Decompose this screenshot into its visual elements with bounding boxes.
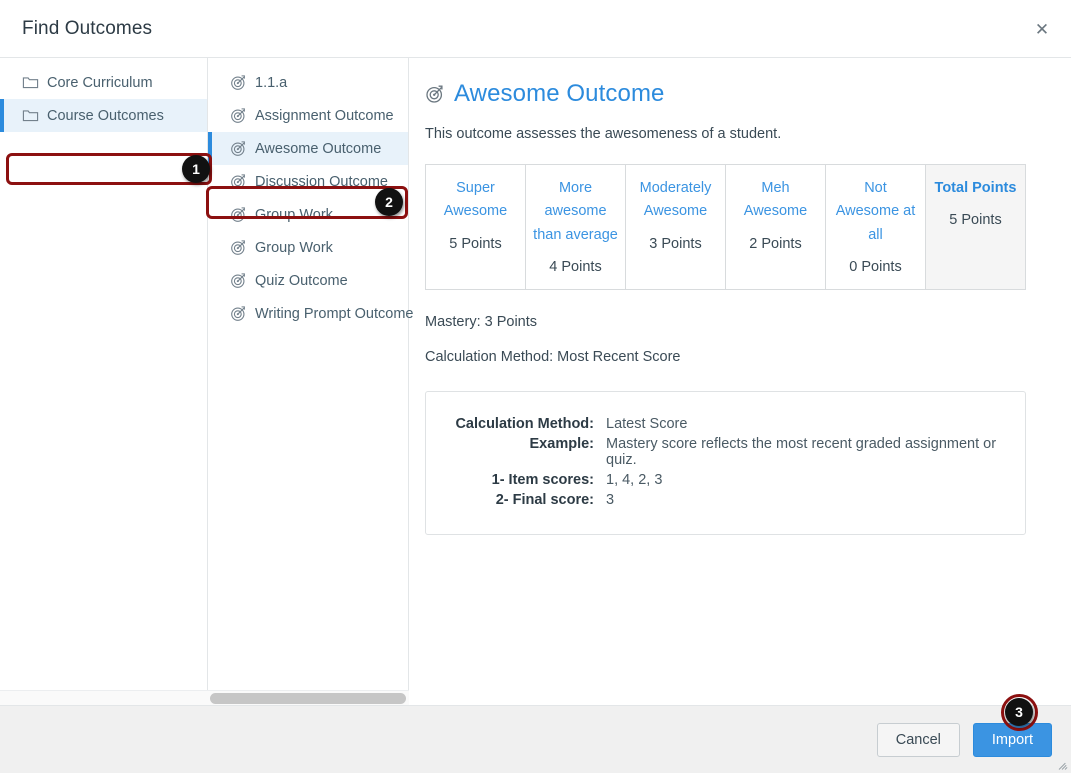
rating-description: Not Awesome at all: [835, 180, 916, 243]
example-key: 2- Final score:: [495, 492, 594, 509]
directory-item-1[interactable]: Course Outcomes: [0, 99, 207, 132]
horizontal-scrollbar[interactable]: [0, 690, 409, 705]
directory-column: Core Curriculum Course Outcomes: [0, 58, 208, 705]
close-icon[interactable]: ✕: [1029, 18, 1055, 42]
example-key: 1- Item scores:: [491, 472, 594, 489]
outcome-detail-panel: Awesome Outcome This outcome assesses th…: [409, 58, 1071, 705]
outcome-target-icon: [230, 272, 247, 289]
outcome-item-7[interactable]: Writing Prompt Outcome: [208, 297, 413, 330]
outcome-item-label: Awesome Outcome: [255, 140, 382, 157]
rating-points: 3 Points: [649, 235, 702, 252]
rating-cell: Not Awesome at all 0 Points: [825, 163, 926, 291]
example-row: Calculation Method: Latest Score: [446, 414, 1007, 434]
example-value: 1, 4, 2, 3: [606, 472, 663, 489]
import-button[interactable]: Import: [972, 722, 1052, 757]
outcome-target-icon: [230, 107, 247, 124]
directory-item-0[interactable]: Core Curriculum: [0, 66, 207, 99]
rating-description: Meh Awesome: [743, 180, 808, 220]
outcome-item-label: 1.1.a: [255, 74, 288, 91]
rating-description: Moderately Awesome: [639, 180, 712, 220]
detail-description: This outcome assesses the awesomeness of…: [425, 126, 782, 142]
outcome-item-0[interactable]: 1.1.a: [208, 66, 408, 99]
rating-description: Super Awesome: [443, 180, 508, 220]
outcome-item-label: Assignment Outcome: [255, 107, 394, 124]
outcome-target-icon: [230, 239, 247, 256]
outcome-item-6[interactable]: Quiz Outcome: [208, 264, 408, 297]
outcome-item-label: Discussion Outcome: [255, 173, 388, 190]
outcome-target-icon: [230, 305, 247, 322]
callout-badge-2: 2: [375, 188, 403, 216]
horizontal-scrollbar-thumb[interactable]: [210, 693, 406, 704]
find-outcomes-dialog: Find Outcomes ✕ Core Curriculum Course Ou…: [0, 0, 1071, 773]
dialog-titlebar: Find Outcomes ✕: [0, 0, 1071, 58]
resize-grip-icon[interactable]: [1055, 757, 1069, 771]
example-table: Calculation Method: Latest Score Example: M…: [446, 414, 1007, 510]
outcome-target-icon: [230, 206, 247, 223]
calculation-example-box: Calculation Method: Latest Score Example: M…: [425, 391, 1026, 536]
example-row: Example: Mastery score reflects the most …: [446, 434, 1007, 470]
outcome-target-icon: [425, 84, 445, 104]
page-title: Find Outcomes: [22, 18, 153, 39]
rating-points: 0 Points: [849, 259, 902, 276]
outcome-item-2[interactable]: Awesome Outcome: [208, 132, 408, 165]
cancel-button[interactable]: Cancel: [876, 722, 960, 757]
rating-points: 5 Points: [449, 235, 502, 252]
example-key: Calculation Method:: [455, 416, 594, 433]
rating-points: 4 Points: [549, 259, 602, 276]
example-value: Latest Score: [606, 416, 688, 433]
dialog-footer: Cancel Import: [0, 705, 1071, 773]
outcome-item-label: Group Work: [255, 206, 333, 223]
rating-description: Total Points: [934, 180, 1017, 196]
directory-item-label: Core Curriculum: [47, 74, 153, 91]
example-value: 3: [606, 492, 615, 509]
rating-points: 5 Points: [949, 212, 1002, 229]
outcome-target-icon: [230, 74, 247, 91]
ratings-row: Super Awesome 5 Points More awesome than a…: [425, 163, 1026, 291]
rating-cell: Moderately Awesome 3 Points: [625, 163, 726, 291]
outcome-target-icon: [230, 140, 247, 157]
directory-list: Core Curriculum Course Outcomes: [0, 66, 207, 132]
example-row: 2- Final score: 3: [446, 490, 1007, 510]
folder-icon: [22, 107, 39, 124]
folder-icon: [22, 74, 39, 91]
rating-points: 2 Points: [749, 235, 802, 252]
outcome-item-1[interactable]: Assignment Outcome: [208, 99, 408, 132]
calculation-method-text: Calculation Method: Most Recent Score: [425, 349, 681, 366]
rating-cell: More awesome than average 4 Points: [525, 163, 626, 291]
rating-total-cell: Total Points 5 Points: [925, 163, 1026, 291]
outcome-item-5[interactable]: Group Work: [208, 231, 408, 264]
directory-item-label: Course Outcomes: [47, 107, 164, 124]
outcome-target-icon: [230, 173, 247, 190]
outcome-item-label: Writing Prompt Outcome: [255, 305, 414, 322]
callout-badge-1: 1: [182, 155, 210, 183]
ratings-table: Super Awesome 5 Points More awesome than a…: [425, 163, 1026, 291]
dialog-body: Core Curriculum Course Outcomes 1.1.a Assi…: [0, 58, 1071, 705]
outcome-column: 1.1.a Assignment Outcome Awesome Outcome Di…: [208, 58, 413, 705]
mastery-text: Mastery: 3 Points: [425, 314, 538, 331]
detail-title: Awesome Outcome: [454, 80, 665, 107]
outcome-item-label: Group Work: [255, 239, 333, 256]
rating-cell: Super Awesome 5 Points: [425, 163, 526, 291]
detail-title-row: Awesome Outcome: [425, 80, 1047, 108]
example-value: Mastery score reflects the most recent g…: [606, 436, 997, 469]
rating-cell: Meh Awesome 2 Points: [725, 163, 826, 291]
rating-description: More awesome than average: [533, 180, 618, 243]
example-row: 1- Item scores: 1, 4, 2, 3: [446, 470, 1007, 490]
example-key: Example:: [529, 436, 594, 453]
callout-badge-3: 3: [1005, 698, 1033, 726]
outcome-item-label: Quiz Outcome: [255, 272, 348, 289]
